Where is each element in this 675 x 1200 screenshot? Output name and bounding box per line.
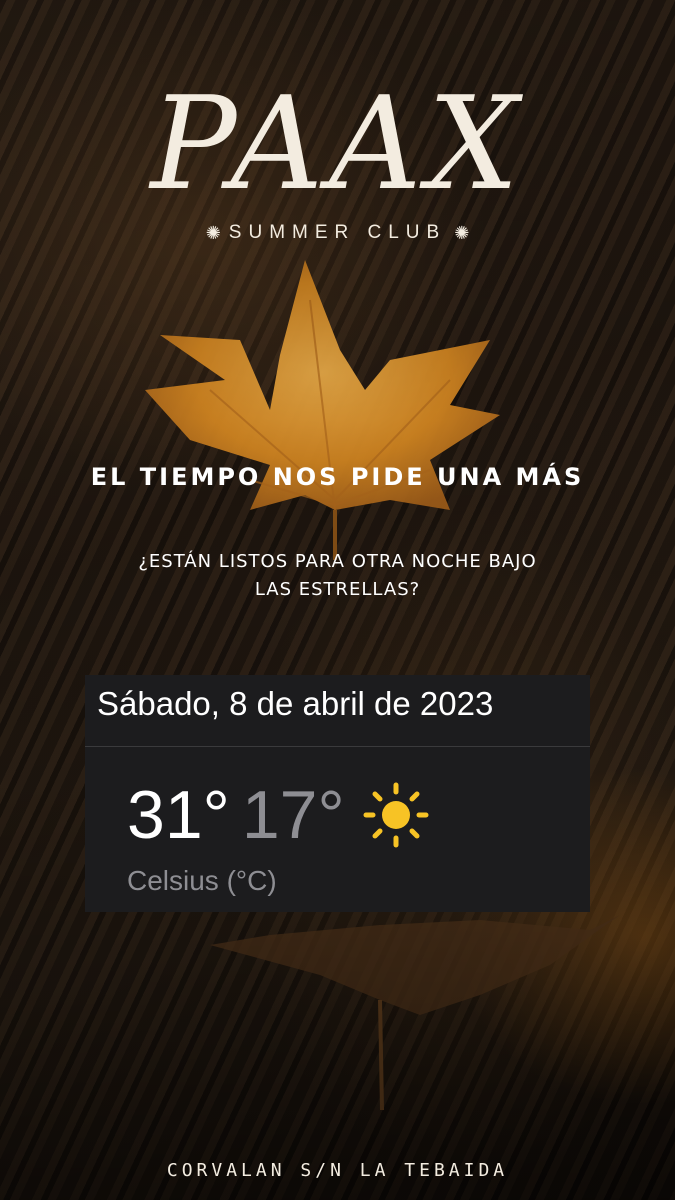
headline: EL TIEMPO NOS PIDE UNA MÁS (90, 463, 585, 491)
weather-date: Sábado, 8 de abril de 2023 (85, 675, 590, 747)
subheadline-line-2: LAS ESTRELLAS? (254, 579, 421, 600)
temperature-unit: Celsius (°C) (127, 865, 277, 896)
weather-widget: Sábado, 8 de abril de 2023 31° 17° Celsi… (85, 675, 590, 912)
brand-logo: PAAX ✺ SUMMER CLUB ✺ (0, 70, 675, 244)
sun-icon (363, 782, 429, 848)
brand-tagline-row: ✺ SUMMER CLUB ✺ (0, 222, 675, 244)
sparkle-icon: ✺ (205, 222, 221, 243)
venue-address: CORVALAN S/N LA TEBAIDA (166, 1160, 509, 1181)
brand-name: PAAX (150, 70, 525, 219)
maple-leaf-image (145, 260, 500, 560)
brand-tagline: SUMMER CLUB (228, 222, 447, 243)
faded-leaf-image (210, 915, 620, 1111)
subheadline: ¿ESTÁN LISTOS PARA OTRA NOCHE BAJO LAS E… (0, 548, 675, 604)
weather-temperatures: 31° 17° (127, 775, 429, 855)
temperature-high: 31° (127, 777, 230, 853)
sparkle-icon: ✺ (454, 222, 470, 243)
subheadline-line-1: ¿ESTÁN LISTOS PARA OTRA NOCHE BAJO (138, 551, 537, 572)
temperature-low: 17° (241, 777, 345, 853)
